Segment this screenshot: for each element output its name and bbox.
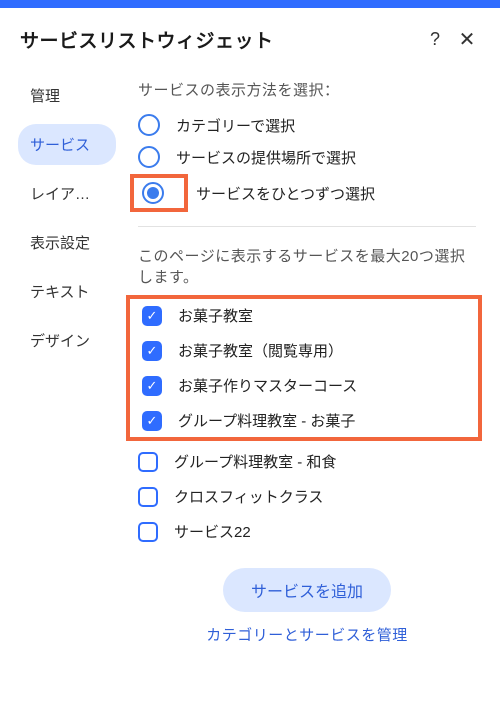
checkbox-icon	[138, 452, 158, 472]
main-content: サービスの表示方法を選択： カテゴリーで選択サービスの提供場所で選択サービスをひ…	[126, 75, 500, 645]
highlight-box	[130, 174, 188, 212]
highlight-box-checks: ✓ お菓子教室 ✓ お菓子教室（閲覧専用） ✓ お菓子作りマスターコース ✓ グループ料理教室…	[126, 295, 482, 441]
radio-option-0[interactable]: カテゴリーで選択	[138, 114, 476, 136]
help-button[interactable]: ?	[422, 27, 448, 53]
service-checkbox-hl-2[interactable]: ✓ お菓子作りマスターコース	[142, 375, 472, 396]
manage-categories-link[interactable]: カテゴリーとサービスを管理	[138, 624, 476, 645]
checkbox-icon: ✓	[142, 411, 162, 431]
sidebar-item-2[interactable]: レイア…	[18, 173, 116, 214]
checkbox-label: サービス22	[174, 521, 251, 542]
checkbox-label: グループ料理教室 - 和食	[174, 451, 336, 472]
sidebar-item-4[interactable]: テキスト	[18, 271, 116, 312]
add-service-button[interactable]: サービスを追加	[223, 568, 391, 612]
checkbox-label: お菓子教室（閲覧専用）	[178, 340, 343, 361]
panel-body: 管理サービスレイア… 表示設定テキストデザイン サービスの表示方法を選択： カテゴ…	[0, 69, 500, 645]
top-accent-bar	[0, 0, 500, 8]
radio-icon	[142, 182, 164, 204]
close-button[interactable]: ✕	[454, 27, 480, 53]
service-checkbox-2[interactable]: サービス22	[138, 521, 476, 542]
checkbox-label: クロスフィットクラス	[174, 486, 323, 507]
display-method-label: サービスの表示方法を選択：	[138, 79, 476, 100]
footer-actions: サービスを追加 カテゴリーとサービスを管理	[138, 560, 476, 645]
service-checkbox-hl-3[interactable]: ✓ グループ料理教室 - お菓子	[142, 410, 472, 431]
service-selection-label: このページに表示するサービスを最大20つ選択します。	[138, 245, 476, 287]
radio-option-1[interactable]: サービスの提供場所で選択	[138, 146, 476, 168]
sidebar: 管理サービスレイア… 表示設定テキストデザイン	[0, 75, 126, 645]
sidebar-item-1[interactable]: サービス	[18, 124, 116, 165]
service-checkbox-0[interactable]: グループ料理教室 - 和食	[138, 451, 476, 472]
radio-label: サービスの提供場所で選択	[176, 147, 356, 168]
checkmark-icon: ✓	[147, 309, 158, 322]
checkbox-label: グループ料理教室 - お菓子	[178, 410, 355, 431]
panel-title: サービスリストウィジェット	[20, 26, 422, 53]
sidebar-item-5[interactable]: デザイン	[18, 320, 116, 361]
checkmark-icon: ✓	[147, 379, 158, 392]
radio-icon	[138, 146, 160, 168]
checkbox-icon	[138, 522, 158, 542]
service-checkbox-hl-0[interactable]: ✓ お菓子教室	[142, 305, 472, 326]
checkbox-icon: ✓	[142, 376, 162, 396]
checkbox-icon: ✓	[142, 341, 162, 361]
checkbox-label: お菓子教室	[178, 305, 253, 326]
checkmark-icon: ✓	[147, 344, 158, 357]
radio-label: サービスをひとつずつ選択	[196, 183, 375, 204]
radio-option-2[interactable]: サービスをひとつずつ選択	[138, 178, 476, 208]
checkbox-label: お菓子作りマスターコース	[178, 375, 357, 396]
radio-dot-icon	[147, 187, 159, 199]
radio-label: カテゴリーで選択	[176, 115, 295, 136]
checkbox-icon: ✓	[142, 306, 162, 326]
checkbox-icon	[138, 487, 158, 507]
service-checkbox-group: ✓ お菓子教室 ✓ お菓子教室（閲覧専用） ✓ お菓子作りマスターコース ✓ グループ料理教室…	[138, 295, 476, 542]
sidebar-item-3[interactable]: 表示設定	[18, 222, 116, 263]
divider	[138, 226, 476, 227]
panel-header: サービスリストウィジェット ? ✕	[0, 8, 500, 69]
sidebar-item-0[interactable]: 管理	[18, 75, 116, 116]
radio-icon	[138, 114, 160, 136]
service-checkbox-1[interactable]: クロスフィットクラス	[138, 486, 476, 507]
checkmark-icon: ✓	[147, 414, 158, 427]
service-checkbox-hl-1[interactable]: ✓ お菓子教室（閲覧専用）	[142, 340, 472, 361]
display-method-radio-group: カテゴリーで選択サービスの提供場所で選択サービスをひとつずつ選択	[138, 114, 476, 208]
